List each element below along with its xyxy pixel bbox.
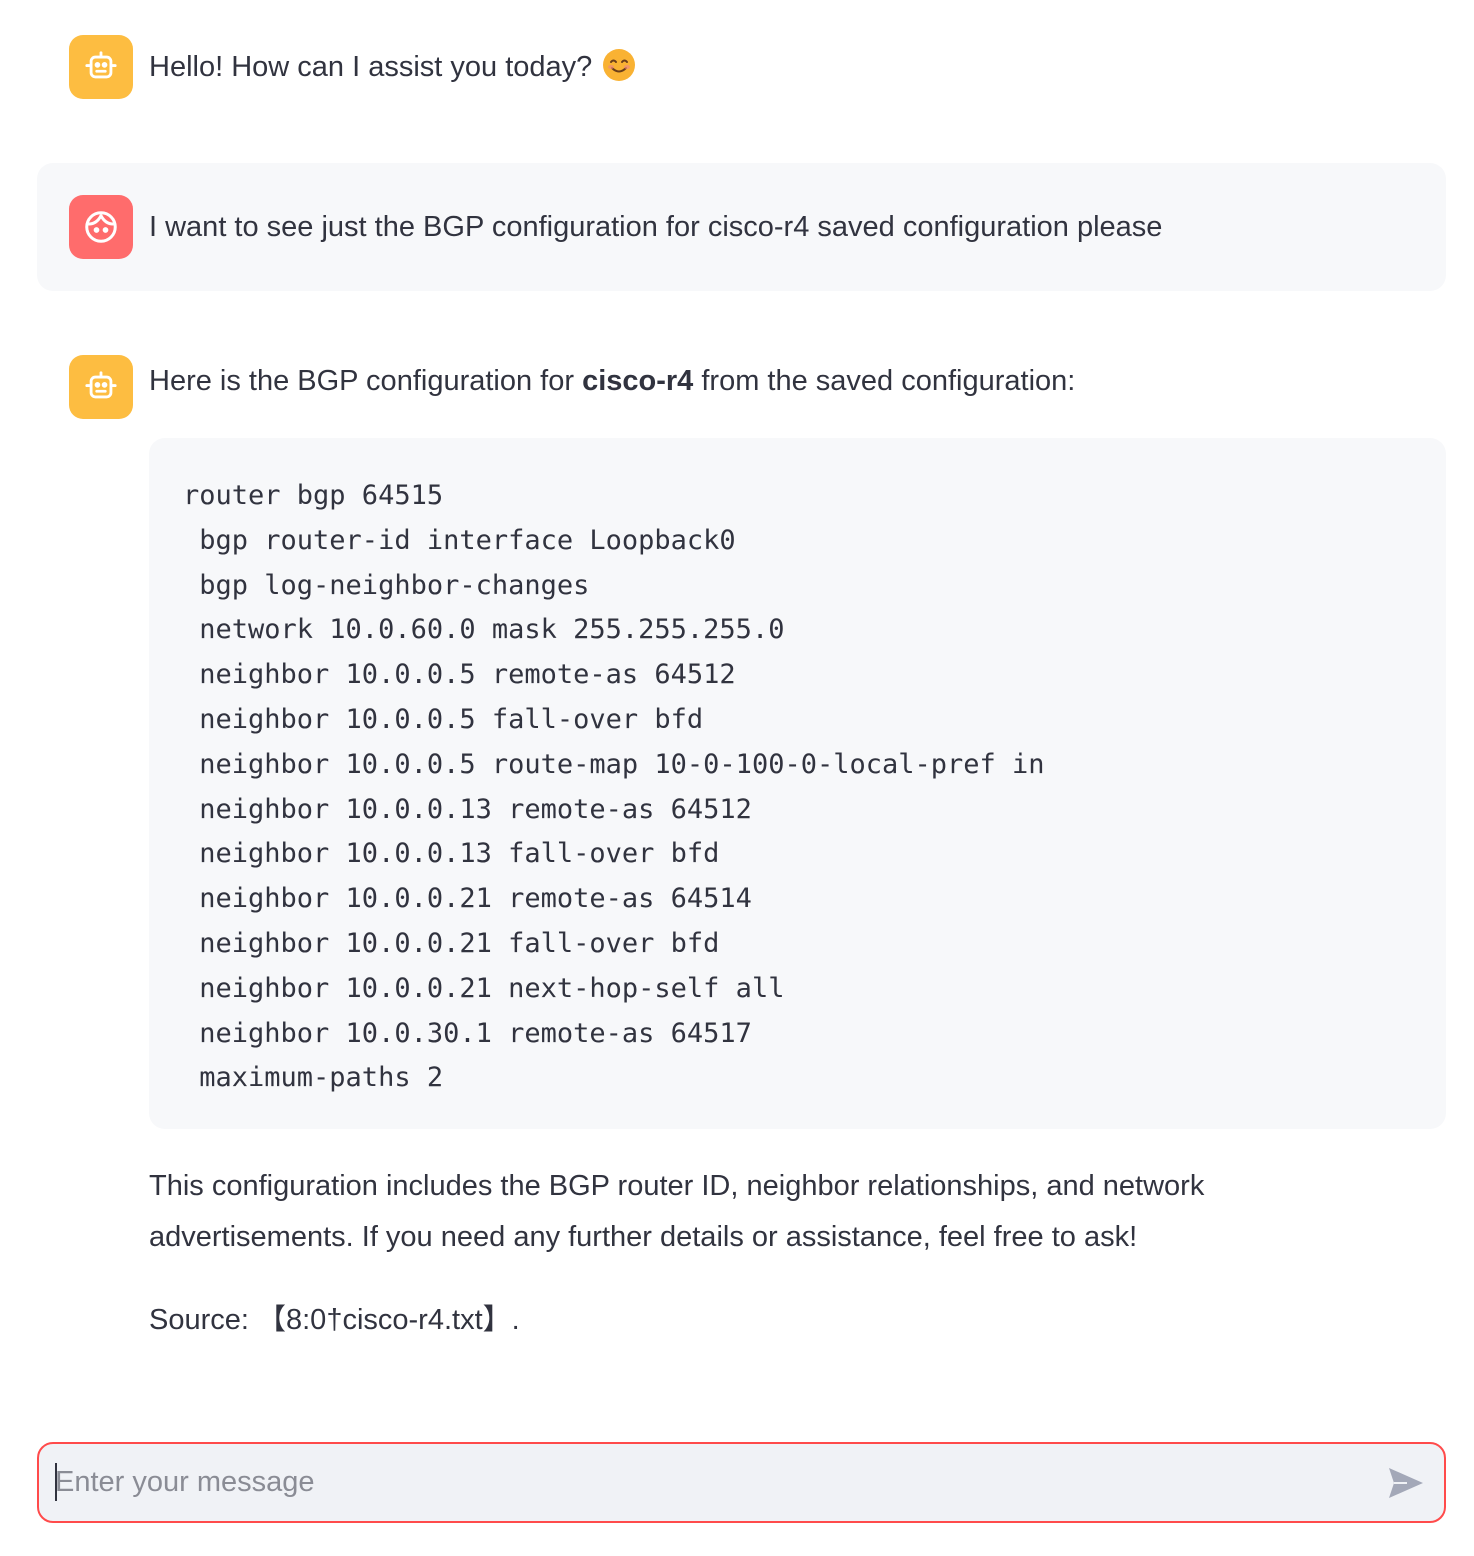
chat-input-container: [37, 1442, 1446, 1523]
code-line: neighbor 10.0.0.13 remote-as 64512: [183, 793, 752, 825]
response-summary: This configuration includes the BGP rout…: [149, 1161, 1204, 1263]
send-icon: [1389, 1468, 1423, 1498]
robot-icon: [85, 371, 117, 399]
code-line: neighbor 10.0.0.21 fall-over bfd: [183, 927, 720, 959]
smile-emoji-icon: [602, 48, 636, 93]
face-icon: [85, 211, 117, 243]
intro-bold-text: cisco-r4: [582, 365, 694, 397]
chat-message-user: I want to see just the BGP configuration…: [37, 163, 1446, 291]
summary-line: advertisements. If you need any further …: [149, 1221, 1138, 1253]
message-text: I want to see just the BGP configuration…: [149, 211, 1163, 243]
message-text: Hello! How can I assist you today?: [149, 47, 636, 93]
message-input[interactable]: [55, 1462, 1355, 1502]
intro-text-end: from the saved configuration:: [693, 365, 1076, 397]
code-block: router bgp 64515 bgp router-id interface…: [149, 438, 1446, 1129]
code-line: neighbor 10.0.0.5 route-map 10-0-100-0-l…: [183, 748, 1045, 780]
user-avatar: [69, 195, 133, 259]
code-line: neighbor 10.0.30.1 remote-as 64517: [183, 1017, 752, 1049]
code-line: neighbor 10.0.0.13 fall-over bfd: [183, 838, 720, 870]
code-line: neighbor 10.0.0.5 remote-as 64512: [183, 659, 736, 691]
code-line: bgp router-id interface Loopback0: [183, 524, 736, 556]
chat-message-assistant: Hello! How can I assist you today?: [37, 3, 1446, 131]
bot-avatar: [69, 355, 133, 419]
bot-avatar: [69, 35, 133, 99]
chat-message-assistant: Here is the BGP configuration for cisco-…: [37, 323, 1446, 419]
intro-text: Here is the BGP configuration for: [149, 365, 583, 397]
code-line: neighbor 10.0.0.21 next-hop-self all: [183, 972, 785, 1004]
code-line: router bgp 64515: [183, 480, 444, 511]
send-button[interactable]: [1386, 1465, 1426, 1501]
source-citation: Source: 【8:0†cisco-r4.txt】.: [149, 1304, 520, 1336]
code-line: maximum-paths 2: [183, 1062, 444, 1094]
greeting-text: Hello! How can I assist you today?: [149, 51, 593, 83]
code-line: bgp log-neighbor-changes: [183, 569, 590, 601]
robot-icon: [85, 51, 117, 79]
summary-line: This configuration includes the BGP rout…: [149, 1170, 1205, 1202]
response-intro: Here is the BGP configuration for cisco-…: [149, 361, 1075, 401]
code-line: neighbor 10.0.0.21 remote-as 64514: [183, 883, 752, 915]
code-line: neighbor 10.0.0.5 fall-over bfd: [183, 703, 704, 735]
code-line: network 10.0.60.0 mask 255.255.255.0: [183, 614, 785, 646]
